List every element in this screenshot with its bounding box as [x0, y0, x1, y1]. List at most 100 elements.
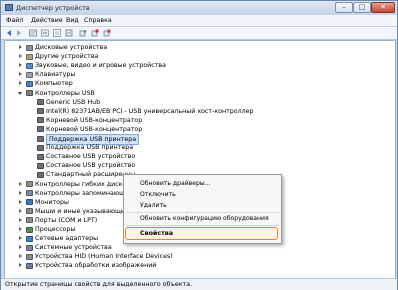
- tree-item-label: Процессоры: [35, 226, 76, 233]
- collapsed-arrow-icon[interactable]: [19, 72, 22, 77]
- tree-category[interactable]: Клавиатуры: [5, 70, 393, 79]
- menu-help[interactable]: Справка: [84, 17, 112, 24]
- collapsed-arrow-icon[interactable]: [19, 199, 22, 204]
- back-icon[interactable]: [5, 29, 13, 37]
- collapsed-arrow-icon[interactable]: [19, 63, 22, 68]
- collapsed-arrow-icon[interactable]: [19, 45, 22, 49]
- collapsed-arrow-icon[interactable]: [19, 181, 22, 186]
- status-bar: Открытие страницы свойств для выделенног…: [1, 278, 397, 290]
- tree-category[interactable]: Системные устройства: [5, 243, 393, 252]
- keyboard-icon: [26, 71, 33, 78]
- context-disable[interactable]: Отключить: [140, 191, 176, 198]
- collapsed-arrow-icon[interactable]: [19, 190, 22, 195]
- expanded-arrow-icon[interactable]: [18, 91, 22, 95]
- context-properties[interactable]: Свойства: [140, 230, 173, 237]
- tree-item-label: Другие устройства: [35, 53, 99, 61]
- collapsed-arrow-icon[interactable]: [19, 236, 22, 241]
- collapsed-arrow-icon[interactable]: [19, 227, 22, 231]
- tree-device[interactable]: Generic USB Hub: [5, 98, 393, 107]
- tree-item-label: Мониторы: [35, 198, 69, 206]
- tree-item-label: Контроллеры USB: [35, 89, 95, 97]
- tree-item-label: Корневой USB-концентратор: [46, 116, 143, 124]
- tree-item-label: Сетевые адаптеры: [35, 235, 99, 243]
- tree-item-label: Поддержка USB принтера: [46, 144, 134, 152]
- tree-item-label: Составное USB устройство: [46, 162, 136, 170]
- tree-item-label: Контроллеры запоминающ: [35, 189, 126, 197]
- context-uninstall[interactable]: Удалить: [140, 202, 167, 209]
- usb-device-icon: [37, 126, 44, 133]
- mouse-icon: [26, 208, 33, 215]
- tree-device[interactable]: Корневой USB-концентратор: [5, 116, 393, 125]
- tree-category[interactable]: Компьютер: [5, 79, 393, 88]
- menu-action[interactable]: Действие: [31, 17, 63, 24]
- tree-item-label: Составное USB устройство: [46, 153, 136, 161]
- usb-device-icon: [37, 153, 44, 160]
- tree-category[interactable]: Другие устройства: [5, 52, 393, 61]
- maximize-button[interactable]: □: [353, 2, 371, 13]
- network-icon: [26, 235, 33, 242]
- tree-device[interactable]: Составное USB устройство: [5, 152, 393, 161]
- tree-device[interactable]: Составное USB устройство: [5, 161, 393, 170]
- tree-device[interactable]: Корневой USB-концентратор: [5, 125, 393, 134]
- close-button[interactable]: ✕: [371, 2, 395, 13]
- collapsed-arrow-icon[interactable]: [19, 208, 22, 213]
- tree-category[interactable]: Устройства HID (Human Interface Devices): [5, 252, 393, 261]
- sound-icon: [26, 62, 33, 69]
- device-manager-window: Диспетчер устройств – □ ✕ Файл Действие …: [0, 0, 398, 290]
- usb-device-icon: [37, 135, 44, 142]
- tree-item-label: Intel(R) 82371AB/EB PCI - USB универсаль…: [46, 107, 254, 115]
- collapsed-arrow-icon[interactable]: [19, 245, 22, 250]
- tree-category[interactable]: Звуковые, видео и игровые устройства: [5, 61, 393, 70]
- device-manager-icon: [5, 4, 13, 11]
- collapsed-arrow-icon[interactable]: [19, 217, 22, 222]
- collapsed-arrow-icon[interactable]: [19, 263, 22, 268]
- context-properties-highlight[interactable]: Свойства: [125, 227, 278, 240]
- usb-device-icon: [37, 108, 44, 115]
- context-scan-hardware[interactable]: Обновить конфигурацию оборудования: [140, 215, 269, 222]
- tree-item-label: Стандартный расширенны: [46, 171, 136, 179]
- cpu-icon: [26, 226, 33, 233]
- usb-device-icon: [37, 144, 44, 151]
- tree-category[interactable]: Устройства обработки изображений: [5, 261, 393, 270]
- minimize-button[interactable]: –: [335, 2, 353, 13]
- collapsed-arrow-icon[interactable]: [19, 54, 22, 59]
- forward-icon[interactable]: [15, 29, 23, 37]
- tree-item-label: Контроллеры гибких дисков: [35, 180, 131, 188]
- usb-icon: [26, 90, 33, 96]
- collapsed-arrow-icon[interactable]: [19, 81, 22, 86]
- floppy-controller-icon: [26, 181, 33, 187]
- tree-item-label: Дисковые устройства: [35, 44, 108, 51]
- uninstall-device-icon[interactable]: [103, 29, 111, 37]
- toolbar: [1, 27, 397, 40]
- menu-bar: Файл Действие Вид Справка: [1, 15, 397, 27]
- context-separator: [126, 212, 279, 213]
- usb-device-icon: [37, 162, 44, 169]
- tree-item-label: Клавиатуры: [35, 71, 76, 79]
- help-icon[interactable]: [53, 29, 61, 37]
- tree-item-label: Устройства обработки изображений: [35, 262, 157, 270]
- tree-device[interactable]: Поддержка USB принтера: [5, 134, 393, 145]
- collapsed-arrow-icon[interactable]: [19, 254, 22, 259]
- menu-view[interactable]: Вид: [66, 17, 79, 24]
- imaging-icon: [26, 262, 33, 269]
- tree-device[interactable]: Intel(R) 82371AB/EB PCI - USB универсаль…: [5, 107, 393, 116]
- tree-category[interactable]: Дисковые устройства: [5, 43, 393, 52]
- storage-controller-icon: [26, 190, 33, 197]
- properties-icon[interactable]: [29, 29, 37, 37]
- computer-icon: [26, 80, 33, 87]
- show-hidden-icon[interactable]: [41, 29, 49, 37]
- tree-device[interactable]: Поддержка USB принтера: [5, 143, 393, 152]
- window-title: Диспетчер устройств: [16, 4, 90, 12]
- title-bar[interactable]: Диспетчер устройств – □ ✕: [1, 1, 397, 15]
- usb-device-icon: [37, 117, 44, 124]
- menu-file[interactable]: Файл: [6, 17, 23, 24]
- disable-device-icon[interactable]: [91, 29, 99, 37]
- device-tree[interactable]: Дисковые устройства Другие устройства Звук…: [4, 40, 396, 279]
- context-update-driver[interactable]: Обновить драйверы...: [140, 180, 211, 187]
- port-icon: [26, 217, 33, 224]
- scan-icon[interactable]: [65, 29, 73, 37]
- tree-category[interactable]: Контроллеры USB: [5, 89, 393, 98]
- usb-device-icon: [37, 171, 44, 178]
- update-driver-icon[interactable]: [79, 29, 87, 37]
- tree-item-label: Порты (COM и LPT): [35, 216, 98, 224]
